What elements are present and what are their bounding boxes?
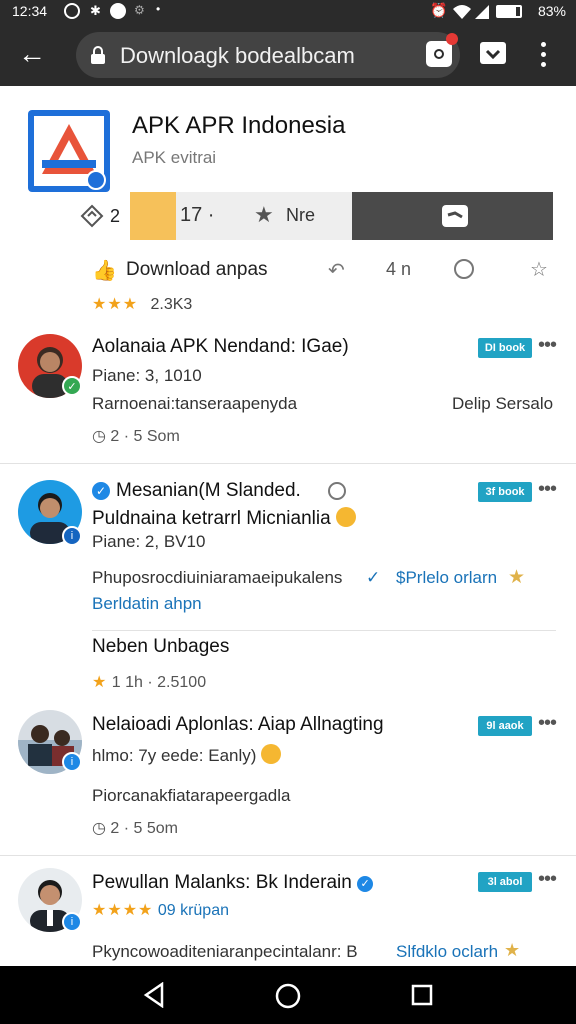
verified-icon: ✓	[357, 876, 374, 892]
tab-switcher-icon[interactable]	[426, 41, 452, 67]
rate-button-label: Nre	[286, 205, 316, 225]
item-meta: ◷ 2 · 5 Som	[92, 428, 180, 445]
pocket-icon[interactable]	[480, 42, 506, 64]
item-chip[interactable]: DI book	[478, 338, 532, 358]
whatsapp-icon	[64, 3, 80, 19]
more-options-icon[interactable]: •••	[538, 334, 557, 357]
star-icon: ★	[254, 202, 274, 227]
address-bar[interactable]: Downloagk bodealbcam	[76, 32, 460, 78]
emoji-icon	[335, 507, 356, 527]
item-line-right: Delip Sersalo	[452, 394, 554, 413]
dot-icon: •	[156, 2, 161, 16]
divider	[0, 463, 576, 464]
count-text: 4 n	[386, 259, 412, 279]
item-meta: ◷ 2 · 5 5om	[92, 820, 179, 837]
battery-icon	[496, 5, 522, 18]
item-title[interactable]: Nelaioadi Aplonlas: Aiap Allnagting	[92, 714, 384, 736]
section-rating: ★ 1 1h · 2.5100	[92, 674, 207, 691]
tab-badge	[446, 33, 458, 45]
item-link[interactable]: Berldatin ahpn	[92, 594, 202, 614]
rate-button-text: 17 ·	[180, 204, 215, 226]
item-line: Piorcanakfiatarapeergadla	[92, 786, 291, 805]
divider	[0, 855, 576, 856]
install-button[interactable]	[352, 192, 553, 240]
item-title[interactable]: Aolanaia APK Nendand: IGae)	[92, 336, 349, 358]
nav-recents-icon[interactable]	[410, 983, 434, 1007]
item-line: Phuposrocdiuiniaramaeipukalens	[92, 568, 343, 587]
signal-icon	[475, 5, 489, 19]
app-logo	[28, 110, 110, 192]
overflow-menu-icon[interactable]	[540, 42, 548, 70]
share-icon[interactable]: ↶	[328, 258, 345, 283]
star-icon: ★	[504, 940, 521, 960]
alarm-icon: ⏰	[430, 2, 448, 18]
item-link[interactable]: $Prlelo orlarn	[396, 568, 497, 588]
verified-icon: ✓	[92, 482, 110, 500]
info-icon[interactable]	[454, 259, 474, 279]
app-rating: ★★★ 2.3K3	[92, 294, 192, 314]
item-subtitle: Puldnaina ketrarrl Micnianlia	[92, 507, 356, 530]
item-chip[interactable]: 3l abol	[478, 872, 532, 892]
item-line: Piane: 2, BV10	[92, 532, 206, 551]
item-title[interactable]: Pewullan Malanks: Bk Inderain ✓	[92, 872, 374, 894]
item-line: Rarnoenai:tanseraapenyda	[92, 394, 298, 413]
item-link[interactable]: Slfdklo oclarh	[396, 942, 498, 962]
notification-icon: ✱	[90, 3, 101, 18]
clock-icon: ◷	[92, 428, 106, 445]
nav-home-icon[interactable]	[274, 982, 302, 1010]
info-icon[interactable]	[328, 482, 346, 500]
rating-count: 2.3K3	[150, 296, 193, 313]
status-time: 12:34	[12, 3, 48, 19]
diamond-icon	[80, 204, 104, 228]
item-line: hlmo: 7y eede: Eanly)	[92, 744, 282, 766]
system-nav-bar	[0, 966, 576, 1024]
divider	[92, 630, 556, 631]
star-icon: ★	[508, 567, 526, 588]
settings-icon: ⚙	[134, 3, 145, 17]
info-badge-icon: i	[62, 526, 82, 546]
download-icon	[442, 205, 468, 227]
app-subtitle: APK evitrai	[132, 148, 217, 167]
item-rating: ★★★★ 09 krüpan	[92, 902, 229, 919]
item-chip[interactable]: 9l aaok	[478, 716, 532, 736]
app-title: APK APR Indonesia	[132, 112, 346, 139]
more-options-icon[interactable]: •••	[538, 868, 557, 891]
battery-percent: 83%	[537, 3, 566, 19]
section-title: Neben Unbages	[92, 636, 230, 657]
clock-icon: ◷	[92, 820, 106, 837]
item-chip[interactable]: 3f book	[478, 482, 532, 502]
item-title[interactable]: Mesanian(M Slanded.	[116, 480, 301, 502]
lock-icon	[91, 46, 105, 64]
info-badge-icon: i	[62, 912, 82, 932]
download-label[interactable]: Download anpas	[126, 259, 268, 281]
browser-toolbar: ← Downloagk bodealbcam	[0, 24, 576, 86]
wifi-icon	[453, 5, 471, 19]
star-icon: ★	[92, 674, 108, 691]
rate-button[interactable]: 17 · ★ Nre	[176, 192, 352, 240]
item-line: Piane: 3, 1010	[92, 366, 202, 385]
thumbs-up-icon[interactable]: 👍	[92, 258, 117, 283]
emoji-icon	[261, 744, 282, 764]
download-row: 👍 Download anpas ↶ 4 n ☆	[92, 258, 562, 284]
bookmark-star-icon[interactable]: ☆	[530, 257, 548, 282]
stat-count: 2	[110, 206, 121, 226]
more-options-icon[interactable]: •••	[538, 712, 557, 735]
check-circle-icon: ✓	[366, 568, 381, 587]
highlight-button[interactable]	[130, 192, 176, 240]
url-text[interactable]: Downloagk bodealbcam	[120, 43, 355, 69]
rating-stars-icon: ★★★★	[92, 902, 154, 919]
status-bar: 12:34 ✱ ⚙ • ⏰ 83%	[0, 0, 576, 24]
back-arrow-icon[interactable]: ←	[18, 39, 50, 71]
item-line: Pkyncowoaditeniaranpecintalanr: B	[92, 942, 358, 961]
verified-badge-icon: ✓	[62, 376, 82, 396]
info-badge-icon: i	[62, 752, 82, 772]
nav-back-icon[interactable]	[142, 982, 166, 1008]
rating-stars: ★★★	[92, 296, 139, 313]
app-notification-icon	[110, 3, 126, 19]
more-options-icon[interactable]: •••	[538, 478, 557, 501]
